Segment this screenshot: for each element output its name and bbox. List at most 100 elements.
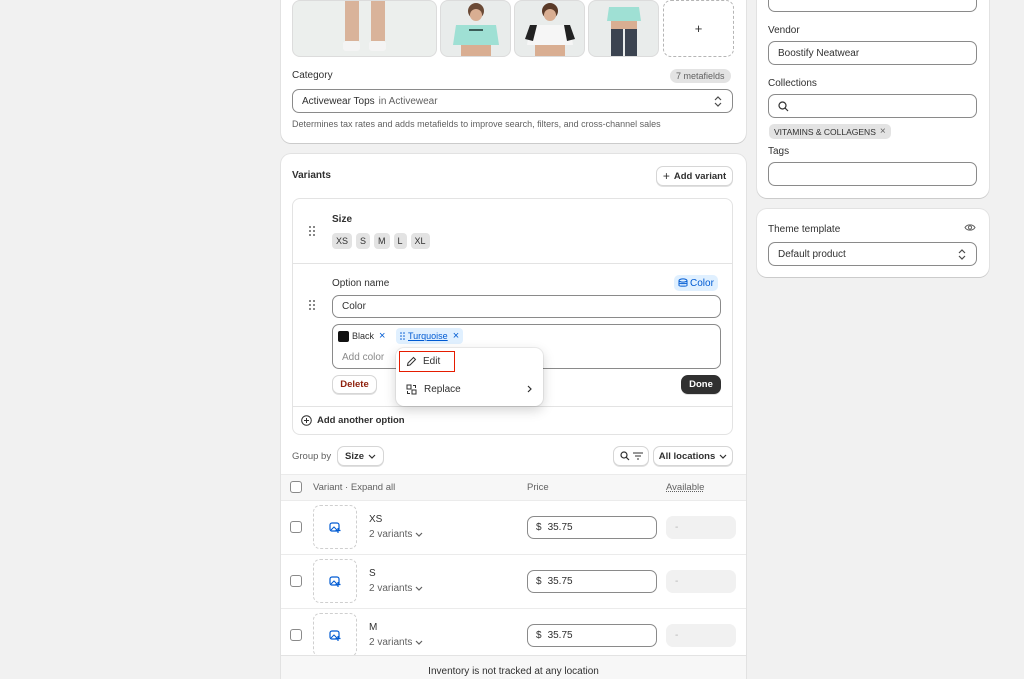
size-chip: S (356, 233, 371, 249)
row-checkbox[interactable] (290, 521, 302, 533)
add-another-option-button[interactable]: Add another option (301, 413, 405, 427)
variant-name: XS (369, 514, 383, 525)
replace-menu-item[interactable]: Replace (406, 382, 534, 396)
table-row[interactable]: S 2 variants $ 35.75 - (281, 555, 746, 608)
value-tag-black[interactable]: Black × (338, 329, 385, 343)
size-values[interactable]: XS S M L XL (332, 233, 434, 249)
value-tag-turquoise[interactable]: Turquoise × (396, 328, 464, 344)
option-name-input[interactable]: Color (332, 295, 721, 318)
variant-name: M (369, 622, 378, 633)
value-context-menu: Edit Replace (396, 348, 543, 406)
chevron-right-icon (527, 385, 532, 393)
price-input[interactable]: $ 35.75 (527, 624, 657, 647)
price-input[interactable]: $ 35.75 (527, 570, 657, 593)
all-locations-select[interactable]: All locations (653, 446, 733, 466)
price-input[interactable]: $ 35.75 (527, 516, 657, 539)
group-by-label: Group by (292, 451, 332, 462)
media-card: + Category 7 metafields Activewear Tops … (281, 0, 746, 143)
collection-tag[interactable]: VITAMINS & COLLAGENS × (769, 124, 891, 139)
search-filter-button[interactable] (613, 446, 649, 466)
type-input[interactable] (768, 0, 977, 12)
row-checkbox[interactable] (290, 575, 302, 587)
select-all-checkbox[interactable] (290, 481, 302, 493)
add-media-button[interactable]: + (663, 0, 734, 57)
variant-count-toggle[interactable]: 2 variants (369, 529, 423, 540)
remove-collection-icon[interactable]: × (880, 126, 886, 137)
database-icon (678, 278, 688, 287)
collections-search-input[interactable] (768, 94, 977, 118)
add-variant-button[interactable]: + Add variant (656, 166, 733, 186)
expand-all-link[interactable]: Expand all (351, 482, 395, 493)
delete-option-button[interactable]: Delete (332, 375, 377, 394)
select-chevron-icon (958, 249, 966, 260)
vendor-input[interactable]: Boostify Neatwear (768, 41, 977, 65)
product-image-raglan-crop[interactable] (514, 0, 585, 57)
category-parent: in Activewear (378, 95, 438, 107)
variants-card: Variants + Add variant Size XS S M L XL … (281, 154, 746, 679)
chevron-down-icon (719, 454, 727, 459)
category-select[interactable]: Activewear Tops in Activewear (292, 89, 733, 113)
leggings-image-icon (343, 1, 386, 51)
add-variant-image-button[interactable] (313, 505, 357, 549)
search-icon (619, 451, 629, 461)
add-variant-image-button[interactable] (313, 559, 357, 603)
edit-menu-item[interactable]: Edit (399, 351, 455, 372)
table-header: Variant · Expand all Price Available (281, 475, 746, 500)
plus-icon: + (694, 21, 703, 36)
size-chip: L (393, 233, 407, 249)
turquoise-top-image-icon (453, 3, 499, 56)
tags-label: Tags (768, 146, 790, 157)
category-help-text: Determines tax rates and adds metafields… (292, 119, 661, 129)
table-row[interactable]: M 2 variants $ 35.75 - (281, 609, 746, 657)
eye-icon[interactable] (964, 223, 976, 232)
add-variant-image-button[interactable] (313, 613, 357, 657)
drag-handle-icon[interactable] (309, 226, 315, 236)
drag-handle-icon (400, 332, 405, 340)
raglan-top-image-icon (525, 3, 575, 56)
category-label: Category (292, 70, 333, 81)
table-row[interactable]: XS 2 variants $ 35.75 - (281, 501, 746, 554)
divider (293, 406, 732, 407)
image-add-icon (329, 575, 341, 587)
image-add-icon (329, 629, 341, 641)
image-add-icon (329, 521, 341, 533)
available-field: - (666, 570, 736, 593)
select-chevron-icon (714, 96, 722, 107)
remove-turquoise-icon[interactable]: × (453, 330, 459, 342)
vendor-label: Vendor (768, 25, 800, 36)
black-swatch (338, 330, 349, 342)
drag-handle-icon[interactable] (309, 300, 315, 310)
metafields-badge[interactable]: 7 metafields (670, 69, 731, 83)
search-icon (778, 100, 789, 111)
add-color-placeholder[interactable]: Add color (342, 352, 384, 363)
available-field: - (666, 516, 736, 539)
tags-input[interactable] (768, 162, 977, 186)
size-option-name: Size (332, 214, 353, 225)
price-column-header: Price (527, 482, 549, 493)
product-organization-card: Vendor Boostify Neatwear Collections VIT… (757, 0, 989, 198)
remove-black-icon[interactable]: × (379, 330, 385, 342)
variant-name: S (369, 568, 376, 579)
product-image-turquoise-crop[interactable] (440, 0, 511, 57)
theme-template-label: Theme template (768, 224, 841, 235)
size-chip: M (374, 233, 390, 249)
variant-count-toggle[interactable]: 2 variants (369, 637, 423, 648)
collections-label: Collections (768, 78, 817, 89)
variants-title: Variants (292, 170, 331, 181)
variant-column-header: Variant (313, 482, 343, 493)
row-checkbox[interactable] (290, 629, 302, 641)
available-column-header[interactable]: Available (666, 482, 704, 493)
filter-icon (632, 452, 643, 460)
option-name-label: Option name (332, 278, 390, 289)
group-by-select[interactable]: Size (337, 446, 384, 466)
size-chip: XL (410, 233, 430, 249)
product-image-leggings[interactable] (292, 0, 437, 57)
done-button[interactable]: Done (681, 375, 721, 394)
variant-count-toggle[interactable]: 2 variants (369, 583, 423, 594)
theme-template-select[interactable]: Default product (768, 242, 977, 266)
product-image-full-outfit[interactable] (588, 0, 659, 57)
inventory-footer: Inventory is not tracked at any location (281, 655, 746, 679)
replace-icon (406, 384, 417, 394)
color-metafield-badge[interactable]: Color (674, 275, 718, 291)
theme-template-card: Theme template Default product (757, 209, 989, 277)
